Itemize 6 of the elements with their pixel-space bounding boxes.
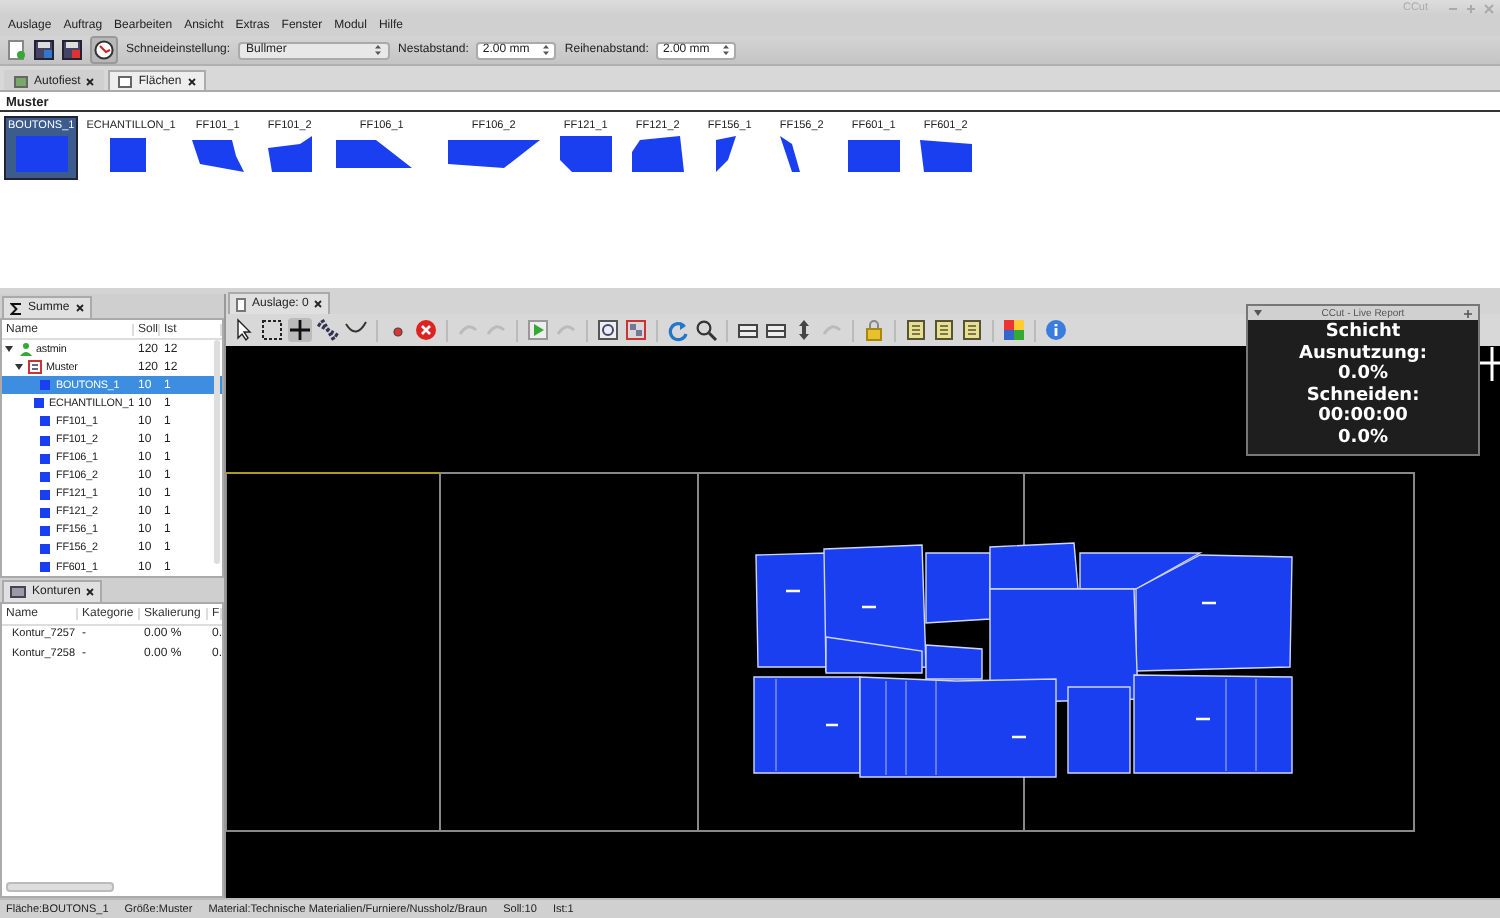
report-line: 0.0% xyxy=(1338,364,1388,385)
report-line: Schneiden: xyxy=(1306,385,1420,406)
report-line: Ausnutzung: xyxy=(1299,343,1427,364)
report-line: Schicht xyxy=(1325,322,1401,343)
report-line: 0.0% xyxy=(1338,427,1388,448)
report-line: 00:00:00 xyxy=(1318,406,1408,427)
